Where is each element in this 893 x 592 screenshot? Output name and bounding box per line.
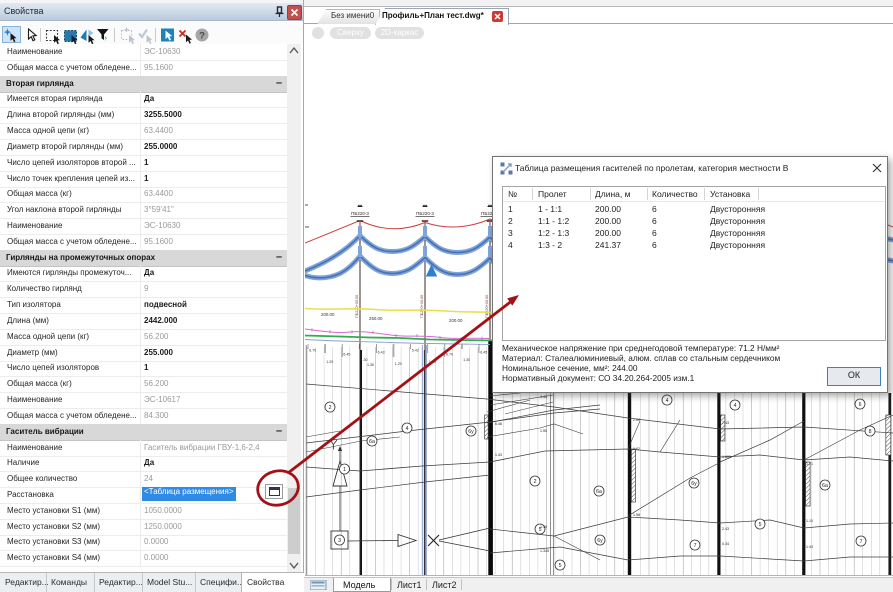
svg-text:1.58: 1.58 xyxy=(633,513,640,517)
svg-text:6.46: 6.46 xyxy=(495,422,502,426)
svg-text:3: 3 xyxy=(338,538,341,544)
svg-text:?: ? xyxy=(199,31,205,42)
svg-text:8: 8 xyxy=(869,429,872,435)
svg-text:1.49: 1.49 xyxy=(540,525,547,529)
svg-text:6.45: 6.45 xyxy=(343,353,350,357)
svg-text:6.70: 6.70 xyxy=(446,353,453,357)
svg-text:4: 4 xyxy=(734,403,737,409)
svg-text:7: 7 xyxy=(860,539,863,545)
svg-text:200.00: 200.00 xyxy=(449,318,463,323)
svg-text:6.43: 6.43 xyxy=(378,351,385,355)
svg-text:6.45: 6.45 xyxy=(480,351,487,355)
svg-text:4.40: 4.40 xyxy=(540,395,547,399)
svg-text:7: 7 xyxy=(694,543,697,549)
svg-text:1.30: 1.30 xyxy=(367,363,374,367)
svg-text:250.00: 250.00 xyxy=(369,316,383,321)
svg-text:1.29: 1.29 xyxy=(429,360,436,364)
svg-text:2.09: 2.09 xyxy=(633,418,640,422)
svg-text:ПБ220+00.00: ПБ220+00.00 xyxy=(485,295,489,318)
svg-text:1.10: 1.10 xyxy=(806,519,813,523)
svg-text:1.62: 1.62 xyxy=(633,447,640,451)
svg-text:2: 2 xyxy=(534,479,537,485)
svg-text:4: 4 xyxy=(666,398,669,404)
svg-text:2: 2 xyxy=(329,405,332,411)
svg-text:7.43: 7.43 xyxy=(722,421,729,425)
svg-text:1.71: 1.71 xyxy=(806,462,813,466)
svg-text:6: 6 xyxy=(859,402,862,408)
svg-text:ПБ220-3: ПБ220-3 xyxy=(351,211,369,216)
svg-text:6у: 6у xyxy=(597,538,603,544)
svg-text:6а: 6а xyxy=(596,489,602,495)
svg-text:1.43: 1.43 xyxy=(495,453,502,457)
svg-text:1.345: 1.345 xyxy=(540,549,549,553)
svg-text:1.43: 1.43 xyxy=(806,545,813,549)
svg-text:ПБ220+00.00: ПБ220+00.00 xyxy=(420,295,424,318)
svg-text:1.30: 1.30 xyxy=(463,358,470,362)
svg-text:1: 1 xyxy=(343,467,346,473)
svg-text:200.00: 200.00 xyxy=(321,312,335,317)
svg-text:4: 4 xyxy=(406,426,409,432)
svg-text:0.34: 0.34 xyxy=(722,542,729,546)
svg-text:1.29: 1.29 xyxy=(326,360,333,364)
svg-text:1.601: 1.601 xyxy=(722,455,731,459)
svg-text:6у: 6у xyxy=(468,429,474,435)
svg-text:2.43: 2.43 xyxy=(722,527,729,531)
svg-text:ПБ220-3: ПБ220-3 xyxy=(416,211,434,216)
svg-text:6а: 6а xyxy=(822,483,828,489)
svg-text:ПБ220+00.00: ПБ220+00.00 xyxy=(355,295,359,318)
svg-text:5.43: 5.43 xyxy=(412,349,419,353)
svg-text:6у: 6у xyxy=(691,481,697,487)
svg-text:1.50: 1.50 xyxy=(540,429,547,433)
svg-text:5: 5 xyxy=(559,563,562,569)
svg-text:6а: 6а xyxy=(369,439,375,445)
svg-text:1.30: 1.30 xyxy=(361,358,368,362)
svg-text:6.70: 6.70 xyxy=(309,349,316,353)
svg-text:1.20: 1.20 xyxy=(395,362,402,366)
svg-text:5: 5 xyxy=(759,522,762,528)
